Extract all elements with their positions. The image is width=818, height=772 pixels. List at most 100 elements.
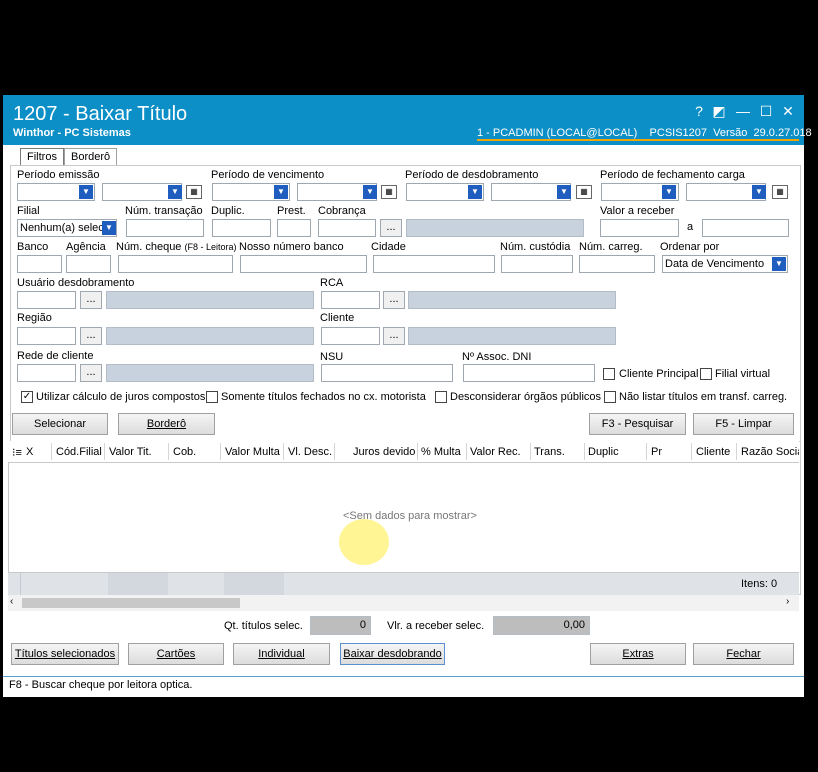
scroll-right-icon[interactable]: ›: [786, 596, 789, 607]
chevron-down-icon[interactable]: ▼: [752, 185, 766, 199]
nsu-input[interactable]: [321, 364, 453, 382]
extras-button[interactable]: Extras: [590, 643, 686, 665]
chevron-down-icon[interactable]: ▼: [102, 221, 116, 235]
desconsiderar-orgaos-checkbox[interactable]: [435, 391, 447, 403]
grid-menu-icon[interactable]: ⁝≡: [12, 446, 22, 459]
grid-col-vl-desc[interactable]: Vl. Desc.: [288, 446, 332, 458]
grid-col-valor-multa[interactable]: Valor Multa: [225, 446, 280, 458]
chevron-down-icon[interactable]: ▼: [557, 185, 571, 199]
pesquisar-button[interactable]: F3 - Pesquisar: [589, 413, 686, 435]
column-divider[interactable]: [736, 443, 737, 460]
grid-col-valor-tit[interactable]: Valor Tit.: [109, 446, 152, 458]
column-divider[interactable]: [334, 443, 335, 460]
cliente-input[interactable]: [321, 327, 380, 345]
calendar-icon[interactable]: ▦: [381, 185, 397, 199]
calendar-icon[interactable]: ▦: [772, 185, 788, 199]
nao-listar-checkbox[interactable]: [604, 391, 616, 403]
column-divider[interactable]: [584, 443, 585, 460]
close-icon[interactable]: ✕: [778, 101, 798, 121]
grid-col-duplic[interactable]: Duplic: [588, 446, 619, 458]
limpar-button[interactable]: F5 - Limpar: [693, 413, 794, 435]
cliente-principal-label: Cliente Principal: [619, 368, 699, 380]
column-divider[interactable]: [283, 443, 284, 460]
column-divider[interactable]: [466, 443, 467, 460]
cidade-input[interactable]: [373, 255, 495, 273]
chevron-down-icon[interactable]: ▼: [363, 185, 377, 199]
grid-col-cod-filial[interactable]: Cód.Filial: [56, 446, 102, 458]
chevron-down-icon[interactable]: ▼: [274, 185, 288, 199]
grid-col-razao-social[interactable]: Razão Social: [741, 446, 799, 458]
somente-fechados-checkbox[interactable]: [206, 391, 218, 403]
minimize-icon[interactable]: —: [733, 101, 753, 121]
grid-col-cob[interactable]: Cob.: [173, 446, 196, 458]
grid-col-cliente[interactable]: Cliente: [696, 446, 730, 458]
valor-receber-to[interactable]: [702, 219, 789, 237]
num-custodia-input[interactable]: [501, 255, 573, 273]
grid-col-x[interactable]: X: [26, 446, 33, 458]
chevron-down-icon[interactable]: ▼: [662, 185, 676, 199]
scroll-thumb[interactable]: [22, 598, 240, 608]
column-divider[interactable]: [168, 443, 169, 460]
tab-bordero[interactable]: Borderô: [64, 148, 118, 165]
num-transacao-input[interactable]: [126, 219, 204, 237]
regiao-search-button[interactable]: ...: [80, 327, 102, 345]
usuario-desdobramento-label: Usuário desdobramento: [17, 277, 135, 289]
column-divider[interactable]: [530, 443, 531, 460]
banco-input[interactable]: [17, 255, 62, 273]
cartoes-button[interactable]: Cartões: [128, 643, 224, 665]
horizontal-scrollbar[interactable]: ‹ ›: [8, 595, 799, 611]
titulos-selecionados-button[interactable]: Títulos selecionados: [11, 643, 119, 665]
column-divider[interactable]: [51, 443, 52, 460]
chevron-down-icon[interactable]: ▼: [168, 185, 182, 199]
tab-filtros[interactable]: Filtros: [20, 148, 64, 165]
assoc-dni-input[interactable]: [463, 364, 595, 382]
grid-col-trans[interactable]: Trans.: [534, 446, 565, 458]
rca-input[interactable]: [321, 291, 380, 309]
regiao-input[interactable]: [17, 327, 76, 345]
duplic-input[interactable]: [212, 219, 271, 237]
calendar-icon[interactable]: ▦: [576, 185, 592, 199]
juros-compostos-checkbox[interactable]: ✓: [21, 391, 33, 403]
valor-receber-from[interactable]: [600, 219, 679, 237]
individual-button[interactable]: Individual: [233, 643, 330, 665]
usuario-input[interactable]: [17, 291, 76, 309]
bordero-button[interactable]: Borderô: [118, 413, 215, 435]
vlr-receber-label: Vlr. a receber selec.: [387, 620, 485, 632]
cobranca-input[interactable]: [318, 219, 376, 237]
agencia-input[interactable]: [66, 255, 111, 273]
chevron-down-icon[interactable]: ▼: [79, 185, 93, 199]
chevron-down-icon[interactable]: ▼: [772, 257, 786, 271]
fechar-button[interactable]: Fechar: [693, 643, 794, 665]
num-carreg-input[interactable]: [579, 255, 655, 273]
restore-icon[interactable]: ◩: [709, 101, 729, 121]
rca-search-button[interactable]: ...: [383, 291, 405, 309]
chevron-down-icon[interactable]: ▼: [468, 185, 482, 199]
grid-col-juros-devido[interactable]: Juros devido: [353, 446, 415, 458]
help-icon[interactable]: ?: [689, 101, 709, 121]
num-cheque-input[interactable]: [118, 255, 233, 273]
ordenar-por-select[interactable]: Data de Vencimento: [662, 255, 788, 273]
column-divider[interactable]: [646, 443, 647, 460]
column-divider[interactable]: [220, 443, 221, 460]
rede-cliente-input[interactable]: [17, 364, 76, 382]
column-divider[interactable]: [104, 443, 105, 460]
column-divider[interactable]: [691, 443, 692, 460]
maximize-icon[interactable]: ☐: [756, 101, 776, 121]
calendar-icon[interactable]: ▦: [186, 185, 202, 199]
cliente-principal-checkbox[interactable]: [603, 368, 615, 380]
rede-cliente-search-button[interactable]: ...: [80, 364, 102, 382]
grid-col-pct-multa[interactable]: % Multa: [421, 446, 461, 458]
usuario-search-button[interactable]: ...: [80, 291, 102, 309]
prest-input[interactable]: [277, 219, 311, 237]
scroll-left-icon[interactable]: ‹: [10, 596, 13, 607]
cobranca-search-button[interactable]: ...: [380, 219, 402, 237]
baixar-desdobrando-button[interactable]: Baixar desdobrando: [340, 643, 445, 665]
grid-col-valor-rec[interactable]: Valor Rec.: [470, 446, 521, 458]
num-cheque-hint: (F8 - Leitora): [184, 242, 237, 252]
nosso-numero-input[interactable]: [240, 255, 367, 273]
selecionar-button[interactable]: Selecionar: [12, 413, 108, 435]
cliente-search-button[interactable]: ...: [383, 327, 405, 345]
filial-virtual-checkbox[interactable]: [700, 368, 712, 380]
column-divider[interactable]: [417, 443, 418, 460]
grid-col-pr[interactable]: Pr: [651, 446, 662, 458]
